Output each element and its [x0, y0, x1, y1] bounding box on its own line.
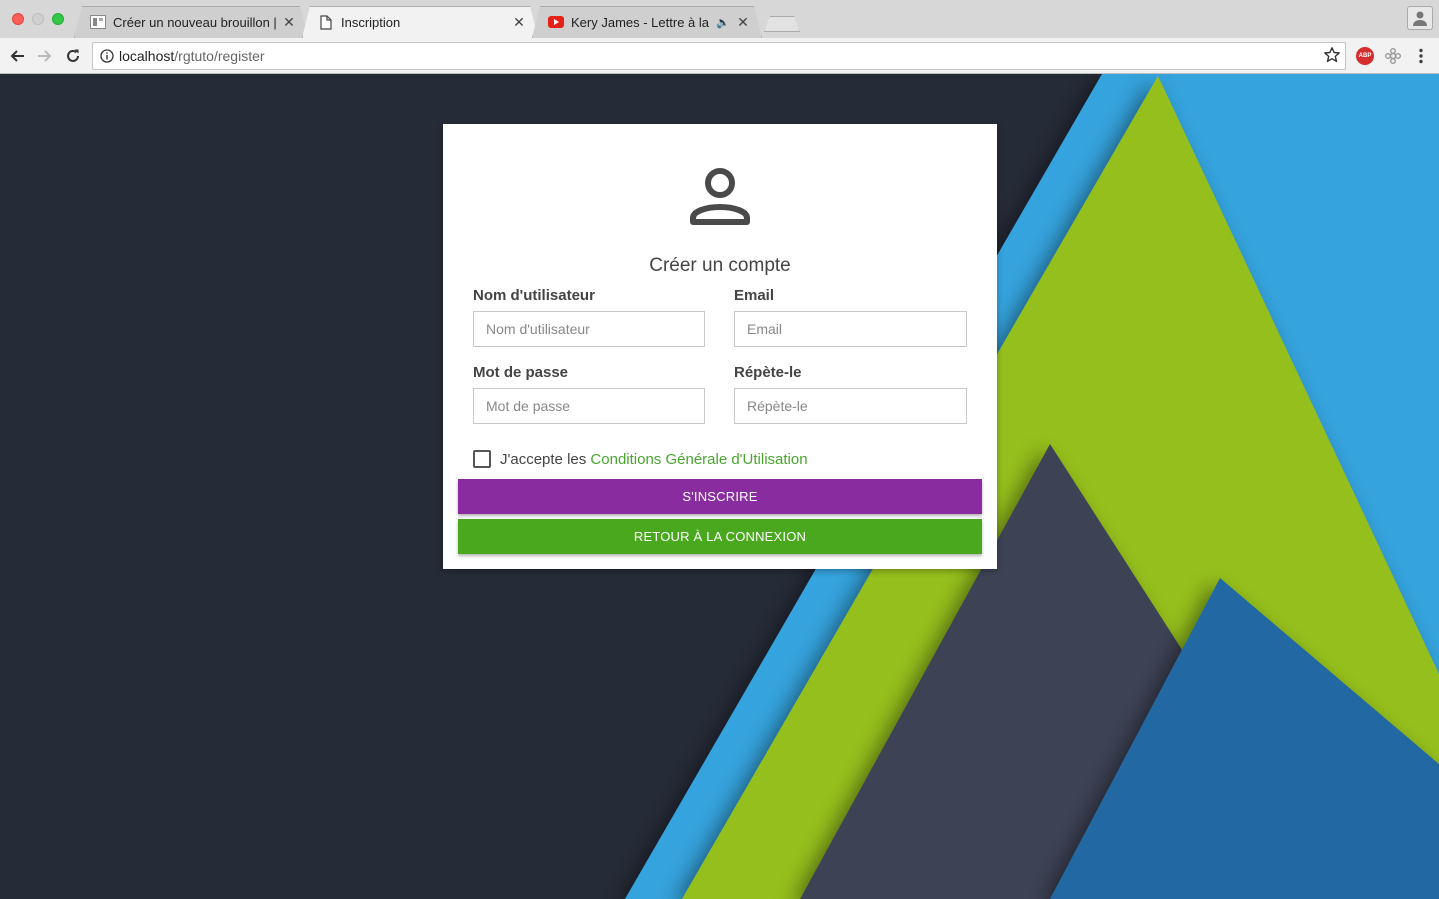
- url-path: /rgtuto/register: [174, 48, 265, 64]
- email-label: Email: [734, 287, 775, 304]
- tab-youtube[interactable]: Kery James - Lettre à la Ré 🔈 ✕: [532, 6, 762, 38]
- address-bar[interactable]: localhost /rgtuto/register: [92, 42, 1346, 70]
- tab-inscription[interactable]: Inscription ✕: [302, 6, 538, 38]
- user-avatar-icon: [690, 168, 750, 225]
- youtube-icon: [548, 14, 564, 30]
- reload-icon[interactable]: [61, 44, 85, 68]
- info-icon[interactable]: [95, 49, 119, 63]
- tab-close-icon[interactable]: ✕: [736, 14, 750, 31]
- bookmark-star-icon[interactable]: [1323, 46, 1341, 67]
- adblock-icon[interactable]: ABP: [1356, 47, 1374, 65]
- form-title: Créer un compte: [649, 255, 791, 276]
- register-card: Créer un compte Nom d'utilisateur Email …: [443, 124, 997, 569]
- terms-checkbox[interactable]: [473, 450, 491, 468]
- browser-toolbar: localhost /rgtuto/register ABP: [0, 38, 1439, 74]
- page-content: Créer un compte Nom d'utilisateur Email …: [0, 74, 1439, 899]
- email-input[interactable]: [734, 311, 967, 347]
- repeat-password-label: Répète-le: [734, 364, 802, 381]
- page-favicon-icon: [90, 14, 106, 30]
- back-arrow-icon[interactable]: [5, 44, 29, 68]
- tab-title: Inscription: [341, 14, 401, 30]
- audio-playing-icon[interactable]: 🔈: [716, 16, 730, 29]
- new-tab-button[interactable]: [764, 16, 800, 32]
- tab-close-icon[interactable]: ✕: [512, 14, 526, 31]
- profile-icon[interactable]: [1407, 6, 1433, 30]
- url-host: localhost: [119, 48, 175, 64]
- back-to-login-button[interactable]: RETOUR À LA CONNEXION: [458, 519, 982, 554]
- window-minimize-button[interactable]: [32, 13, 44, 25]
- terms-text: J'accepte les: [500, 450, 591, 468]
- tab-title: Kery James - Lettre à la Ré: [571, 14, 712, 30]
- repeat-password-input[interactable]: [734, 388, 967, 424]
- extension-icon[interactable]: [1384, 47, 1402, 65]
- tab-draft[interactable]: Créer un nouveau brouillon | R ✕: [74, 6, 308, 38]
- terms-link[interactable]: Conditions Générale d'Utilisation: [590, 451, 807, 468]
- tab-title: Créer un nouveau brouillon | R: [113, 14, 276, 30]
- terms-row: J'accepte les Conditions Générale d'Util…: [473, 450, 808, 468]
- forward-arrow-icon[interactable]: [33, 44, 57, 68]
- tab-close-icon[interactable]: ✕: [282, 14, 296, 31]
- window-close-button[interactable]: [12, 13, 24, 25]
- username-label: Nom d'utilisateur: [473, 287, 595, 304]
- password-label: Mot de passe: [473, 364, 569, 381]
- window-maximize-button[interactable]: [52, 13, 64, 25]
- browser-tab-bar: Créer un nouveau brouillon | R ✕ Inscrip…: [0, 0, 1439, 38]
- username-input[interactable]: [473, 311, 705, 347]
- password-input[interactable]: [473, 388, 705, 424]
- register-button[interactable]: S'INSCRIRE: [458, 479, 982, 514]
- document-icon: [318, 14, 334, 30]
- menu-icon[interactable]: [1412, 47, 1430, 65]
